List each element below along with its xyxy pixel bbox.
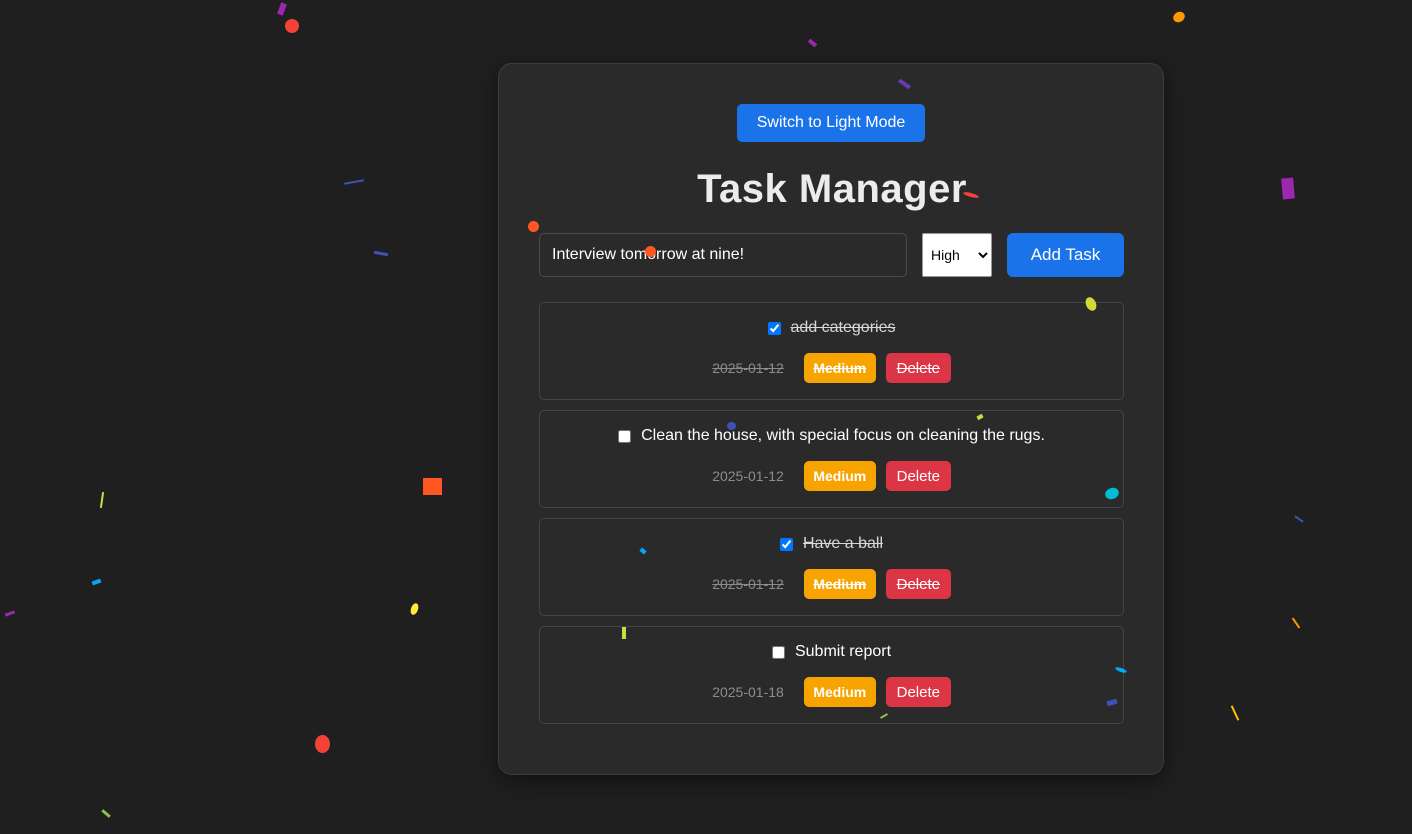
task-text: Submit report (794, 643, 892, 660)
task-text: Clean the house, with special focus on c… (641, 427, 1045, 444)
confetti-piece (343, 179, 365, 185)
delete-task-button[interactable]: Delete (885, 569, 951, 599)
confetti-piece (1281, 177, 1295, 200)
task-date: 2025-01-12 (712, 576, 784, 592)
confetti-piece (727, 422, 736, 430)
task-item: add categories 2025-01-12 Medium Delete (539, 302, 1124, 400)
task-item: Clean the house, with special focus on c… (539, 410, 1124, 508)
task-manager-card: Switch to Light Mode Task Manager High A… (498, 63, 1164, 775)
confetti-piece (277, 2, 287, 16)
confetti-piece (1291, 617, 1301, 629)
confetti-piece (373, 250, 389, 257)
task-item: Have a ball 2025-01-12 Medium Delete (539, 518, 1124, 616)
priority-select[interactable]: High (922, 233, 992, 277)
task-date: 2025-01-12 (712, 468, 784, 484)
task-item: Submit report 2025-01-18 Medium Delete (539, 626, 1124, 724)
confetti-piece (807, 38, 818, 48)
confetti-piece (101, 809, 111, 818)
confetti-piece (99, 491, 105, 509)
confetti-piece (285, 19, 299, 33)
new-task-input[interactable] (539, 233, 907, 277)
priority-badge: Medium (803, 569, 876, 599)
confetti-piece (645, 246, 656, 257)
priority-badge: Medium (803, 461, 876, 491)
task-complete-checkbox[interactable] (771, 645, 785, 659)
task-complete-checkbox[interactable] (779, 537, 793, 551)
confetti-piece (1294, 515, 1304, 523)
delete-task-button[interactable]: Delete (885, 677, 951, 707)
page-title: Task Manager (697, 167, 967, 211)
theme-toggle-button[interactable]: Switch to Light Mode (737, 104, 925, 142)
priority-badge: Medium (803, 677, 876, 707)
task-complete-checkbox[interactable] (618, 429, 632, 443)
task-text: Have a ball (802, 535, 884, 552)
task-text: add categories (790, 319, 896, 336)
priority-badge: Medium (803, 353, 876, 383)
confetti-piece (622, 627, 626, 639)
confetti-piece (1171, 9, 1187, 25)
confetti-piece (1230, 705, 1240, 721)
task-date: 2025-01-12 (712, 360, 784, 376)
confetti-piece (409, 602, 420, 616)
task-date: 2025-01-18 (712, 684, 784, 700)
add-task-button[interactable]: Add Task (1007, 233, 1124, 277)
confetti-piece (91, 578, 102, 586)
delete-task-button[interactable]: Delete (885, 461, 951, 491)
task-complete-checkbox[interactable] (767, 321, 781, 335)
task-list: add categories 2025-01-12 Medium Delete … (539, 302, 1124, 734)
confetti-piece (315, 735, 330, 753)
confetti-piece (4, 610, 16, 617)
confetti-piece (423, 478, 442, 495)
confetti-piece (528, 221, 539, 232)
delete-task-button[interactable]: Delete (885, 353, 951, 383)
